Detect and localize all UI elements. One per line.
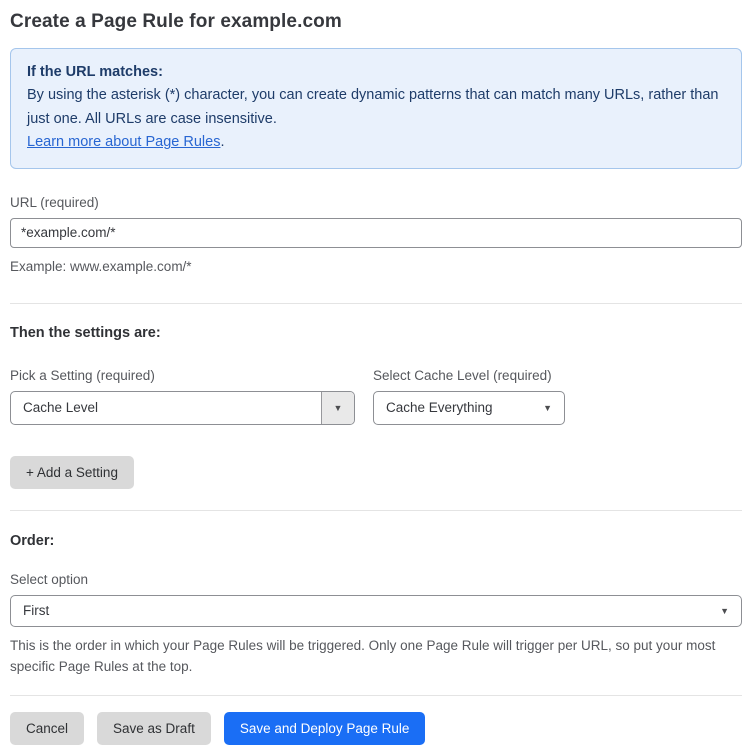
page-title: Create a Page Rule for example.com <box>10 11 342 32</box>
pick-setting-select[interactable]: Cache Level ▼ <box>10 390 355 425</box>
url-input[interactable] <box>10 217 742 248</box>
cache-level-select[interactable]: Cache Everything ▼ <box>373 390 565 425</box>
save-and-deploy-button[interactable]: Save and Deploy Page Rule <box>223 711 426 745</box>
link-suffix: . <box>220 134 225 151</box>
info-box-link-row: Learn more about Page Rules. <box>27 131 725 154</box>
chevron-down-icon: ▼ <box>720 605 729 616</box>
cancel-button[interactable]: Cancel <box>10 711 85 745</box>
cache-level-label: Select Cache Level (required) <box>373 367 552 383</box>
url-section: URL (required) Example: www.example.com/… <box>10 195 742 278</box>
chevron-down-icon: ▼ <box>543 402 552 413</box>
save-as-draft-button[interactable]: Save as Draft <box>97 711 211 745</box>
pick-setting-field: Pick a Setting (required) Cache Level ▼ <box>10 368 355 425</box>
order-section-heading: Order: <box>10 532 55 549</box>
divider <box>10 509 742 511</box>
order-helper-text: This is the order in which your Page Rul… <box>10 637 716 675</box>
settings-row: Pick a Setting (required) Cache Level ▼ … <box>10 368 742 425</box>
info-box-body: By using the asterisk (*) character, you… <box>27 87 719 127</box>
page-rule-form: Create a Page Rule for example.com If th… <box>0 0 750 745</box>
footer-buttons: Cancel Save as Draft Save and Deploy Pag… <box>10 711 742 745</box>
chevron-down-icon[interactable]: ▼ <box>321 391 354 424</box>
cache-level-selected-value: Cache Everything <box>386 400 493 416</box>
info-box-heading: If the URL matches: <box>27 64 163 80</box>
pick-setting-label: Pick a Setting (required) <box>10 367 155 383</box>
url-field-label: URL (required) <box>10 194 99 210</box>
learn-more-link[interactable]: Learn more about Page Rules <box>27 134 220 150</box>
order-selected-value: First <box>23 603 50 619</box>
url-match-info-box: If the URL matches: By using the asteris… <box>10 48 742 169</box>
pick-setting-selected-value: Cache Level <box>23 400 99 416</box>
url-helper-text: Example: www.example.com/* <box>10 258 192 274</box>
order-select[interactable]: First ▼ <box>10 594 742 627</box>
add-setting-button[interactable]: + Add a Setting <box>10 455 134 489</box>
cache-level-field: Select Cache Level (required) Cache Ever… <box>373 368 565 425</box>
order-select-label: Select option <box>10 571 89 587</box>
settings-section-heading: Then the settings are: <box>10 324 161 341</box>
divider <box>10 302 742 304</box>
divider <box>10 694 742 696</box>
